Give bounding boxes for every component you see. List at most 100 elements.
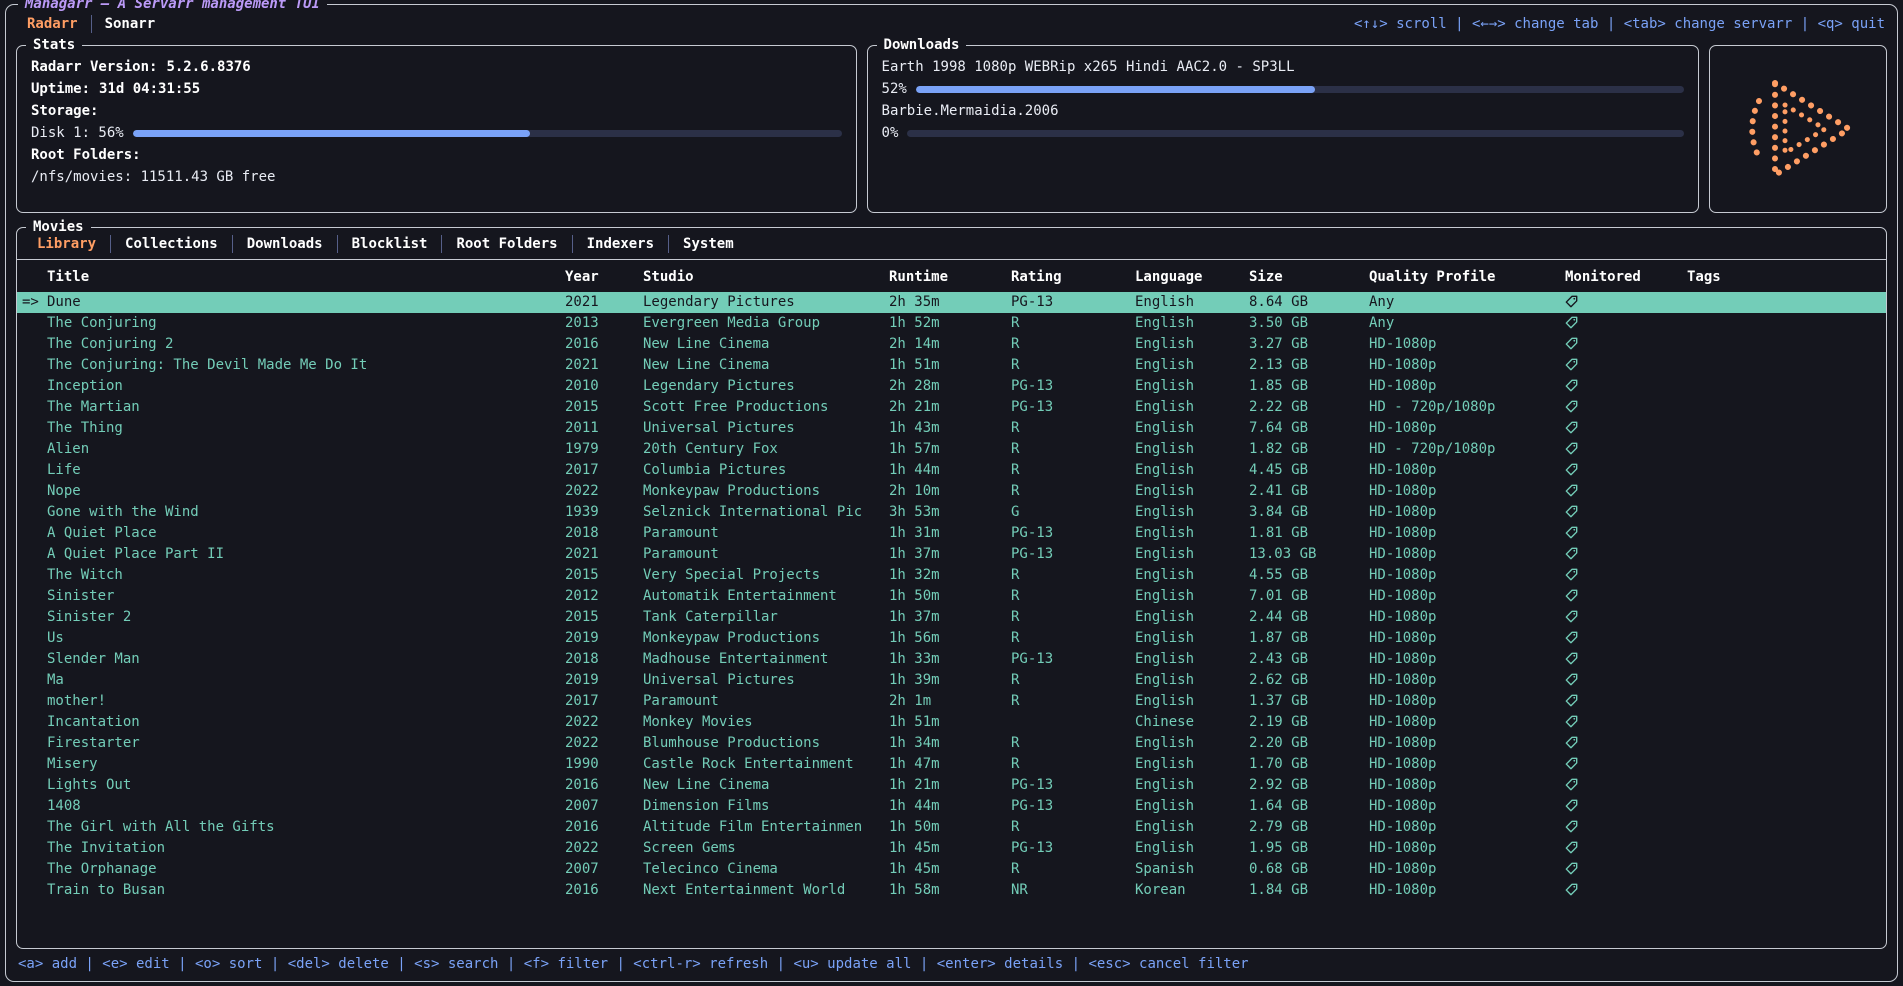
movie-row[interactable]: Lights Out2016New Line Cinema1h 21mPG-13… bbox=[17, 775, 1886, 796]
movie-row[interactable]: The Thing2011Universal Pictures1h 43mREn… bbox=[17, 418, 1886, 439]
movie-year: 2018 bbox=[565, 523, 643, 544]
movie-row[interactable]: Train to Busan2016Next Entertainment Wor… bbox=[17, 880, 1886, 901]
movie-row[interactable]: The Martian2015Scott Free Productions2h … bbox=[17, 397, 1886, 418]
movie-row[interactable]: Inception2010Legendary Pictures2h 28mPG-… bbox=[17, 376, 1886, 397]
movie-quality-profile: HD-1080p bbox=[1369, 460, 1565, 481]
movie-language: English bbox=[1135, 586, 1249, 607]
movie-rating: PG-13 bbox=[1011, 376, 1135, 397]
movie-monitored bbox=[1565, 460, 1687, 481]
tag-icon bbox=[1565, 358, 1578, 371]
movie-monitored bbox=[1565, 775, 1687, 796]
movie-language: Chinese bbox=[1135, 712, 1249, 733]
movie-size: 7.01 GB bbox=[1249, 586, 1369, 607]
movie-row[interactable]: The Conjuring: The Devil Made Me Do It20… bbox=[17, 355, 1886, 376]
movie-language: English bbox=[1135, 565, 1249, 586]
row-selection-marker bbox=[17, 691, 47, 712]
movie-monitored bbox=[1565, 355, 1687, 376]
tab-library[interactable]: Library bbox=[23, 235, 110, 253]
movie-title: A Quiet Place Part II bbox=[47, 544, 565, 565]
movie-row[interactable]: The Orphanage2007Telecinco Cinema1h 45mR… bbox=[17, 859, 1886, 880]
movie-monitored bbox=[1565, 859, 1687, 880]
movie-runtime: 1h 51m bbox=[889, 355, 1011, 376]
movie-year: 2015 bbox=[565, 397, 643, 418]
movie-year: 2019 bbox=[565, 628, 643, 649]
row-selection-marker bbox=[17, 670, 47, 691]
tab-blocklist[interactable]: Blocklist bbox=[337, 235, 442, 253]
movie-row[interactable]: The Conjuring 22016New Line Cinema2h 14m… bbox=[17, 334, 1886, 355]
movie-monitored bbox=[1565, 817, 1687, 838]
movie-row[interactable]: Slender Man2018Madhouse Entertainment1h … bbox=[17, 649, 1886, 670]
movie-row[interactable]: Sinister2012Automatik Entertainment1h 50… bbox=[17, 586, 1886, 607]
movie-studio: Very Special Projects bbox=[643, 565, 889, 586]
movie-size: 2.22 GB bbox=[1249, 397, 1369, 418]
servarr-tab-bar: RadarrSonarr bbox=[14, 15, 168, 33]
movie-monitored bbox=[1565, 292, 1687, 313]
tab-system[interactable]: System bbox=[668, 235, 748, 253]
movie-row[interactable]: The Girl with All the Gifts2016Altitude … bbox=[17, 817, 1886, 838]
movie-monitored bbox=[1565, 418, 1687, 439]
tab-indexers[interactable]: Indexers bbox=[572, 235, 668, 253]
movie-monitored bbox=[1565, 565, 1687, 586]
servarr-tab-sonarr[interactable]: Sonarr bbox=[91, 15, 169, 33]
movie-size: 3.84 GB bbox=[1249, 502, 1369, 523]
row-selection-marker bbox=[17, 817, 47, 838]
tag-icon bbox=[1565, 337, 1578, 350]
movie-language: English bbox=[1135, 460, 1249, 481]
movie-language: English bbox=[1135, 418, 1249, 439]
movie-row[interactable]: Sinister 22015Tank Caterpillar1h 37mREng… bbox=[17, 607, 1886, 628]
column-header-studio: Studio bbox=[643, 269, 889, 285]
movie-row[interactable]: Alien197920th Century Fox1h 57mREnglish1… bbox=[17, 439, 1886, 460]
row-selection-marker bbox=[17, 355, 47, 376]
movie-runtime: 1h 39m bbox=[889, 670, 1011, 691]
movie-row[interactable]: Incantation2022Monkey Movies1h 51mChines… bbox=[17, 712, 1886, 733]
movie-row[interactable]: Misery1990Castle Rock Entertainment1h 47… bbox=[17, 754, 1886, 775]
movie-year: 2007 bbox=[565, 859, 643, 880]
movie-runtime: 2h 1m bbox=[889, 691, 1011, 712]
movie-year: 2021 bbox=[565, 355, 643, 376]
movie-rating bbox=[1011, 712, 1135, 733]
movie-studio: 20th Century Fox bbox=[643, 439, 889, 460]
app-title: Managarr — A Servarr management TUI bbox=[18, 0, 327, 14]
movie-size: 1.37 GB bbox=[1249, 691, 1369, 712]
movie-row[interactable]: The Conjuring2013Evergreen Media Group1h… bbox=[17, 313, 1886, 334]
servarr-tab-radarr[interactable]: Radarr bbox=[14, 15, 91, 33]
movie-row[interactable]: mother!2017Paramount2h 1mREnglish1.37 GB… bbox=[17, 691, 1886, 712]
downloads-panel: Downloads Earth 1998 1080p WEBRip x265 H… bbox=[867, 45, 1699, 213]
stat-uptime-value: 31d 04:31:55 bbox=[99, 78, 200, 100]
movie-row[interactable]: The Witch2015Very Special Projects1h 32m… bbox=[17, 565, 1886, 586]
movie-rating: PG-13 bbox=[1011, 397, 1135, 418]
row-selection-marker bbox=[17, 523, 47, 544]
tab-downloads[interactable]: Downloads bbox=[232, 235, 337, 253]
row-selection-marker bbox=[17, 376, 47, 397]
movie-row[interactable]: The Invitation2022Screen Gems1h 45mPG-13… bbox=[17, 838, 1886, 859]
tag-icon bbox=[1565, 421, 1578, 434]
movie-monitored bbox=[1565, 481, 1687, 502]
movie-title: Sinister bbox=[47, 586, 565, 607]
movie-language: English bbox=[1135, 775, 1249, 796]
movie-row[interactable]: =>Dune2021Legendary Pictures2h 35mPG-13E… bbox=[17, 292, 1886, 313]
movie-row[interactable]: Us2019Monkeypaw Productions1h 56mREnglis… bbox=[17, 628, 1886, 649]
movie-row[interactable]: A Quiet Place Part II2021Paramount1h 37m… bbox=[17, 544, 1886, 565]
tag-icon bbox=[1565, 547, 1578, 560]
tag-icon bbox=[1565, 652, 1578, 665]
movie-size: 7.64 GB bbox=[1249, 418, 1369, 439]
movie-row[interactable]: Ma2019Universal Pictures1h 39mREnglish2.… bbox=[17, 670, 1886, 691]
movie-row[interactable]: Nope2022Monkeypaw Productions2h 10mREngl… bbox=[17, 481, 1886, 502]
tab-root-folders[interactable]: Root Folders bbox=[441, 235, 571, 253]
movie-row[interactable]: A Quiet Place2018Paramount1h 31mPG-13Eng… bbox=[17, 523, 1886, 544]
movie-row[interactable]: Life2017Columbia Pictures1h 44mREnglish4… bbox=[17, 460, 1886, 481]
movie-row[interactable]: 14082007Dimension Films1h 44mPG-13Englis… bbox=[17, 796, 1886, 817]
tag-icon bbox=[1565, 694, 1578, 707]
movie-row[interactable]: Firestarter2022Blumhouse Productions1h 3… bbox=[17, 733, 1886, 754]
row-selection-marker bbox=[17, 439, 47, 460]
tab-collections[interactable]: Collections bbox=[110, 235, 232, 253]
movie-language: English bbox=[1135, 523, 1249, 544]
movie-quality-profile: HD-1080p bbox=[1369, 649, 1565, 670]
movie-size: 2.62 GB bbox=[1249, 670, 1369, 691]
tag-icon bbox=[1565, 589, 1578, 602]
stat-uptime: Uptime: 31d 04:31:55 bbox=[31, 78, 842, 100]
movie-row[interactable]: Gone with the Wind1939Selznick Internati… bbox=[17, 502, 1886, 523]
movie-title: Misery bbox=[47, 754, 565, 775]
stat-version-label: Radarr Version: bbox=[31, 56, 157, 78]
app-window: Managarr — A Servarr management TUI Rada… bbox=[5, 4, 1898, 982]
